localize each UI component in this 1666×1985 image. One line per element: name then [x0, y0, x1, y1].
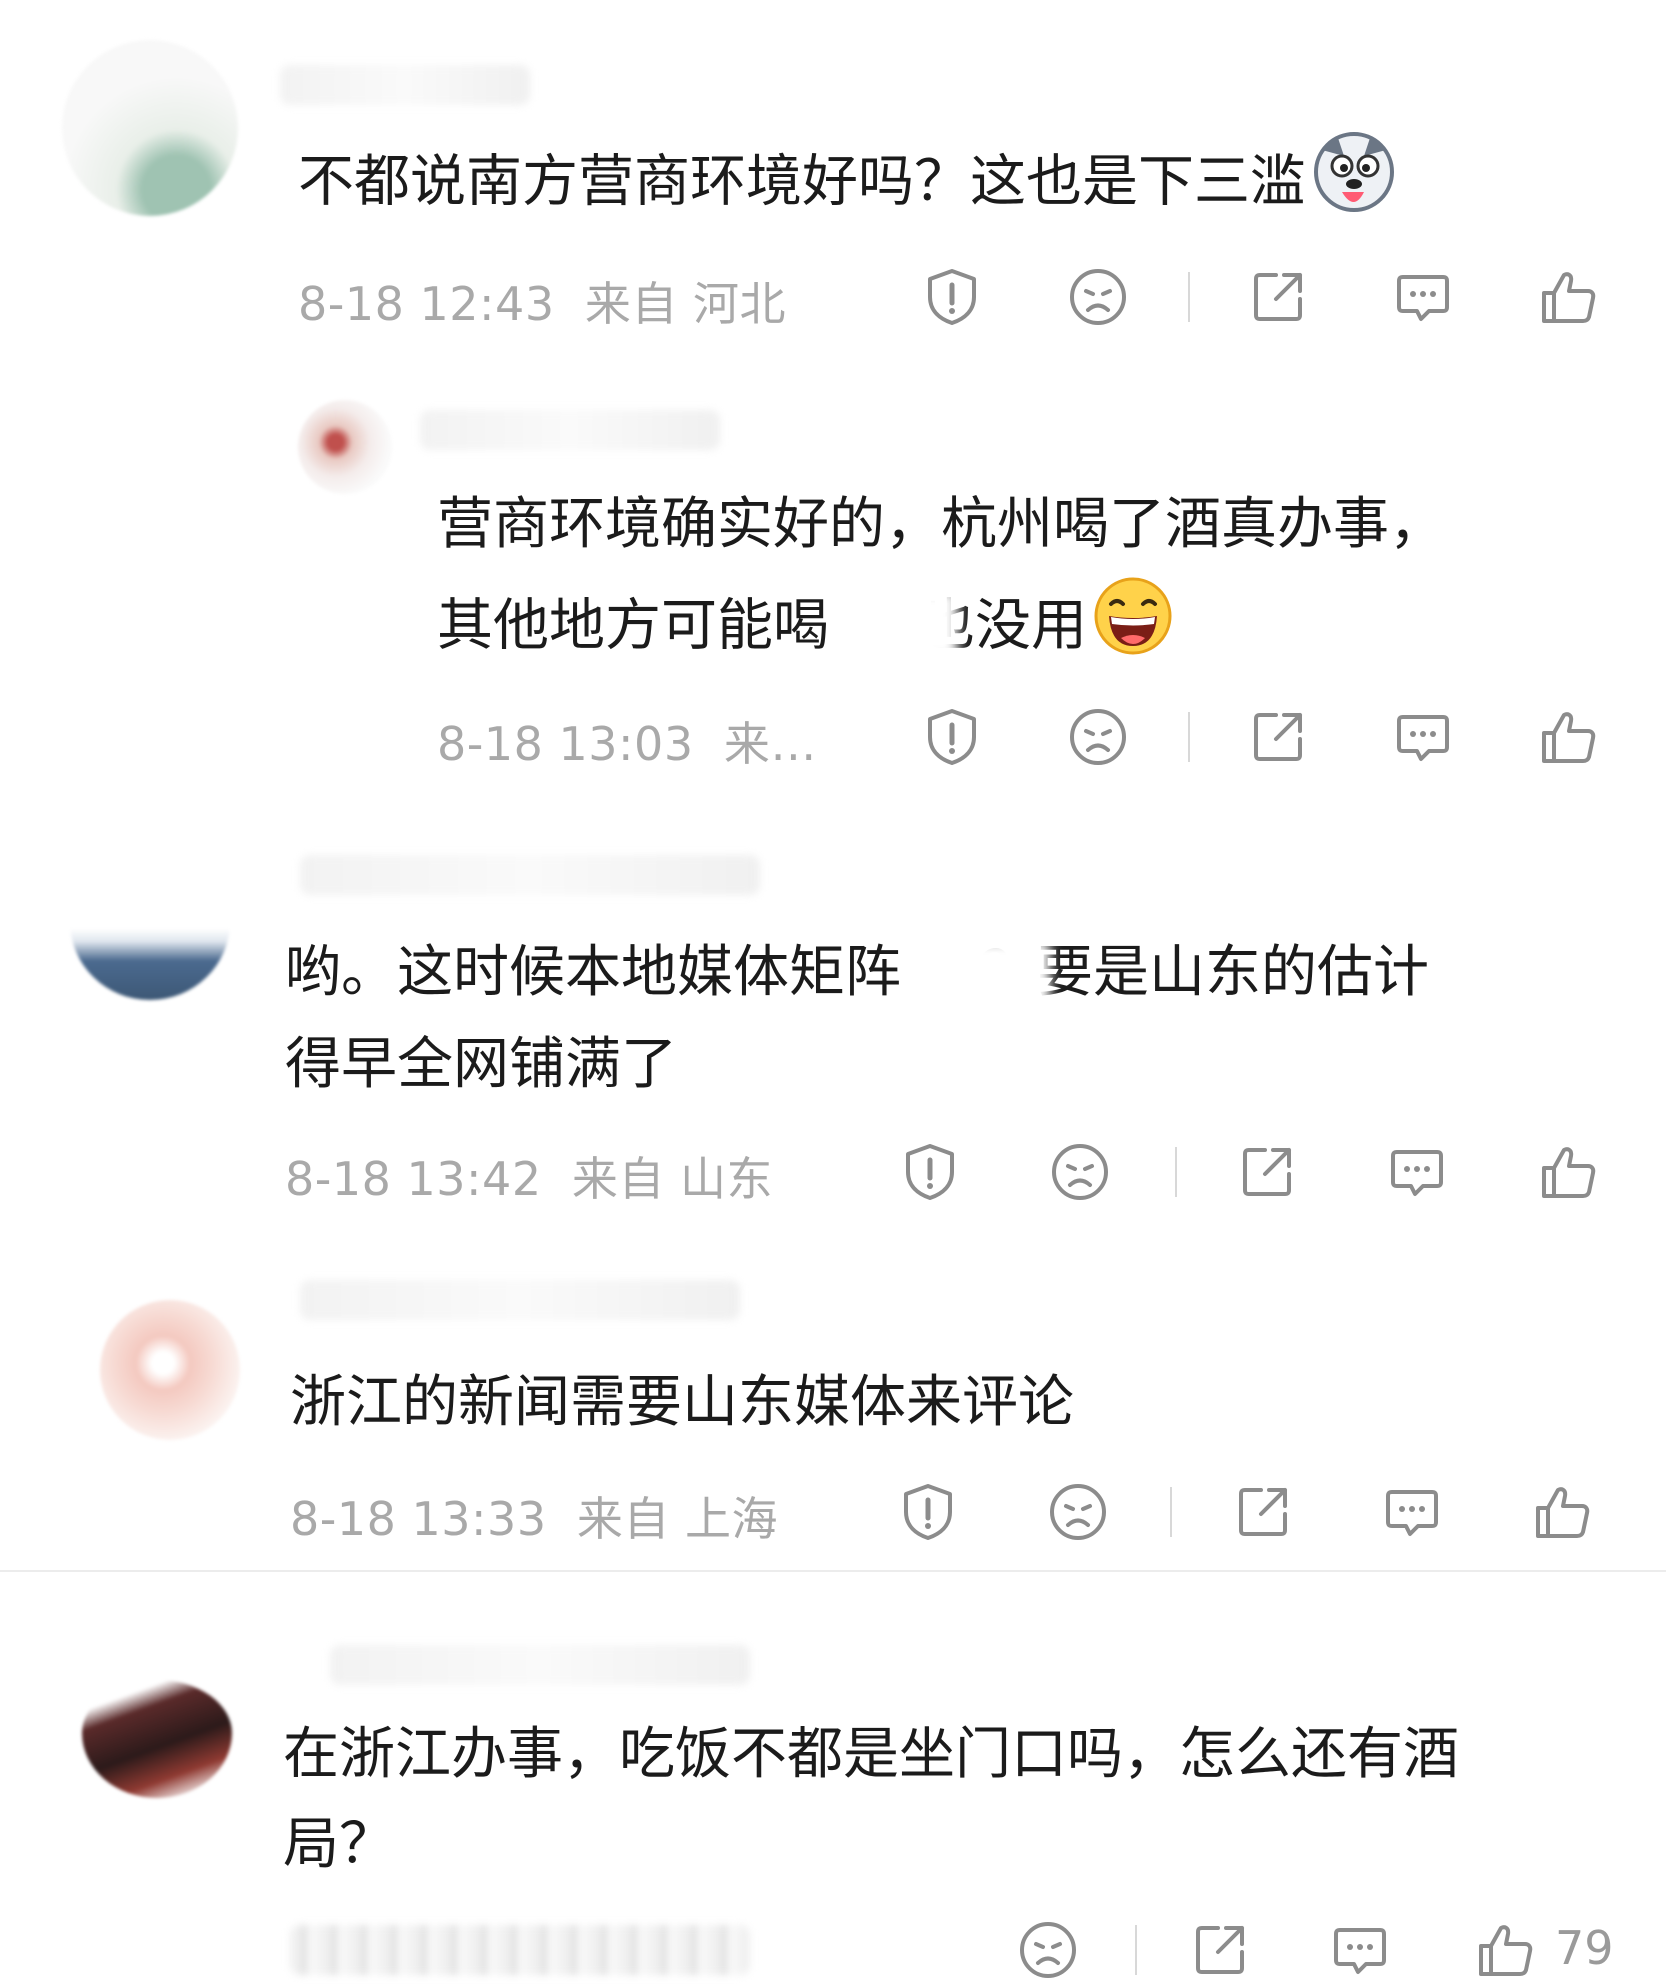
like-button[interactable] — [1533, 702, 1603, 772]
like-button[interactable] — [1470, 1915, 1540, 1985]
action-bar — [0, 262, 1666, 332]
laughing-emoji — [1093, 576, 1173, 683]
shield-alert-icon — [904, 1484, 952, 1540]
username[interactable] — [300, 855, 760, 895]
dislike-button[interactable] — [1045, 1137, 1115, 1207]
thumbs-up-icon — [1542, 272, 1596, 323]
shield-alert-icon — [928, 269, 976, 325]
like-button[interactable] — [1527, 1477, 1597, 1547]
username[interactable] — [420, 410, 720, 450]
sad-face-icon — [1052, 1144, 1108, 1200]
report-button[interactable] — [917, 262, 987, 332]
comment-text: 不都说南方营商环境好吗？这也是下三滥 — [298, 130, 1396, 241]
avatar[interactable] — [62, 40, 238, 216]
avatar[interactable] — [100, 1300, 240, 1440]
comment-text-line-2: 局？ — [283, 1812, 395, 1877]
reply-button[interactable] — [1388, 262, 1458, 332]
dislike-button[interactable] — [1063, 702, 1133, 772]
thumbs-up-icon — [1536, 1487, 1590, 1538]
share-button[interactable] — [1243, 702, 1313, 772]
avatar[interactable] — [82, 1680, 232, 1798]
sad-face-icon — [1070, 269, 1126, 325]
share-icon — [1243, 1148, 1291, 1196]
action-bar: 79 — [0, 1915, 1666, 1985]
thumbs-up-icon — [1542, 1147, 1596, 1198]
husky-emoji — [1312, 130, 1396, 241]
reply-button[interactable] — [1377, 1477, 1447, 1547]
comment-text: 哟。这时候本地媒体矩阵 ？要是山东的估计 — [285, 940, 1429, 1005]
share-icon — [1254, 713, 1302, 761]
action-bar — [0, 1477, 1666, 1547]
username[interactable] — [330, 1645, 750, 1685]
share-icon — [1254, 273, 1302, 321]
share-icon — [1239, 1488, 1287, 1536]
like-button[interactable] — [1533, 1137, 1603, 1207]
redacted-overlay — [950, 940, 1050, 1010]
shield-alert-icon — [928, 709, 976, 765]
username[interactable] — [280, 65, 530, 105]
redacted-overlay — [868, 590, 958, 660]
comment-text-line-2: 得早全网铺满了 — [285, 1032, 677, 1097]
report-button[interactable] — [895, 1137, 965, 1207]
comment-icon — [1397, 275, 1449, 321]
divider — [1170, 1487, 1172, 1537]
thumbs-up-icon — [1542, 712, 1596, 763]
dislike-button[interactable] — [1013, 1915, 1083, 1985]
share-button[interactable] — [1232, 1137, 1302, 1207]
sad-face-icon — [1020, 1922, 1076, 1978]
comment-text-line-2: 其他地方可能喝 也没用 — [437, 576, 1173, 683]
reply-button[interactable] — [1382, 1137, 1452, 1207]
shield-alert-icon — [906, 1144, 954, 1200]
divider — [1188, 712, 1190, 762]
dislike-button[interactable] — [1063, 262, 1133, 332]
action-bar — [0, 702, 1666, 772]
comment-text: 在浙江办事，吃饭不都是坐门口吗，怎么还有酒 — [283, 1722, 1459, 1787]
like-count: 79 — [1555, 1921, 1614, 1975]
comment-icon — [1334, 1928, 1386, 1974]
sad-face-icon — [1050, 1484, 1106, 1540]
username[interactable] — [300, 1280, 740, 1320]
report-button[interactable] — [893, 1477, 963, 1547]
divider — [1135, 1925, 1137, 1975]
reply-button[interactable] — [1388, 702, 1458, 772]
dislike-button[interactable] — [1043, 1477, 1113, 1547]
comment-text: 浙江的新闻需要山东媒体来评论 — [290, 1370, 1074, 1435]
divider — [1188, 272, 1190, 322]
reply-button[interactable] — [1325, 1915, 1395, 1985]
sad-face-icon — [1070, 709, 1126, 765]
share-icon — [1196, 1926, 1244, 1974]
avatar[interactable] — [298, 400, 392, 494]
share-button[interactable] — [1228, 1477, 1298, 1547]
comment-icon — [1397, 715, 1449, 761]
report-button[interactable] — [917, 702, 987, 772]
share-button[interactable] — [1243, 262, 1313, 332]
avatar[interactable] — [70, 870, 230, 1000]
comment-icon — [1386, 1490, 1438, 1536]
section-divider — [0, 1570, 1666, 1572]
share-button[interactable] — [1185, 1915, 1255, 1985]
thumbs-up-icon — [1479, 1925, 1533, 1976]
action-bar — [0, 1137, 1666, 1207]
divider — [1175, 1147, 1177, 1197]
like-button[interactable] — [1533, 262, 1603, 332]
comment-text: 营商环境确实好的，杭州喝了酒真办事， — [437, 492, 1445, 557]
comment-icon — [1391, 1150, 1443, 1196]
